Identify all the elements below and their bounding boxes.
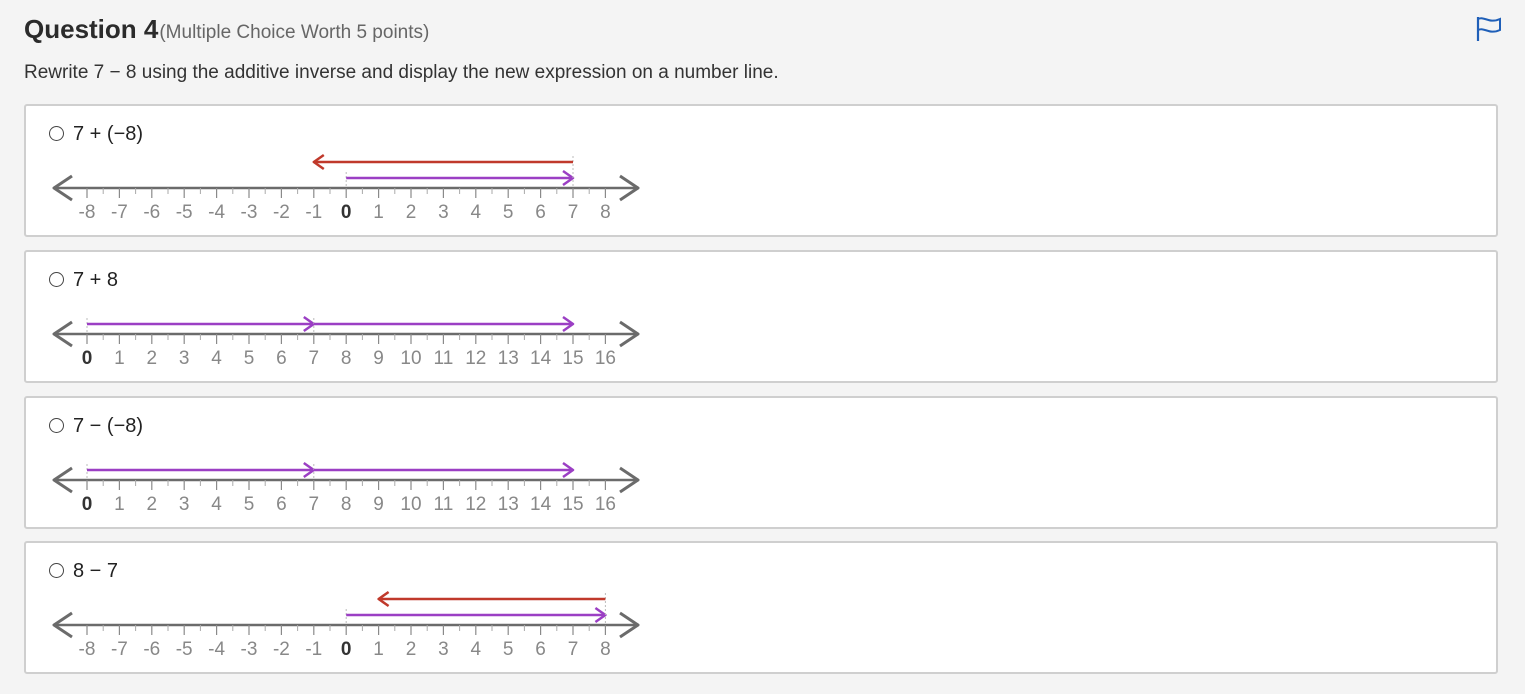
choice-radio[interactable] — [49, 563, 64, 578]
question-header: Question 4(Multiple Choice Worth 5 point… — [24, 14, 429, 45]
choice-label: 8 − 7 — [73, 560, 119, 582]
tick-label: 15 — [562, 348, 583, 369]
tick-label: 10 — [400, 348, 421, 369]
question-points: (Multiple Choice Worth 5 points) — [159, 22, 430, 43]
tick-label: -2 — [273, 202, 290, 223]
tick-label: 8 — [600, 202, 611, 223]
tick-label: 4 — [211, 348, 222, 369]
choice-a[interactable]: 7 + (−8) -8 -7 -6 -5 -4 -3 -2 -1 0 1 2 3 4 5 6 7 8 — [24, 104, 1498, 237]
number-line: -8 -7 -6 -5 -4 -3 -2 -1 0 1 2 3 4 5 6 7 8 — [52, 590, 640, 660]
choice-label: 7 + (−8) — [73, 123, 144, 145]
tick-label: -3 — [241, 639, 258, 660]
tick-label: -3 — [241, 202, 258, 223]
tick-label: 2 — [147, 348, 158, 369]
tick-label: 8 — [600, 639, 611, 660]
number-line: -8 -7 -6 -5 -4 -3 -2 -1 0 1 2 3 4 5 6 7 8 — [52, 153, 640, 223]
choice-radio[interactable] — [49, 272, 64, 287]
tick-label: 9 — [373, 348, 384, 369]
flag-icon[interactable] — [1474, 15, 1504, 43]
tick-label: 4 — [471, 202, 482, 223]
tick-label: 8 — [341, 494, 352, 515]
tick-label: -1 — [305, 202, 322, 223]
tick-label: 6 — [535, 639, 546, 660]
tick-label: 7 — [568, 202, 579, 223]
tick-label: 1 — [114, 348, 125, 369]
tick-label: 7 — [309, 494, 320, 515]
tick-label: -5 — [176, 202, 193, 223]
tick-label: -2 — [273, 639, 290, 660]
tick-label: 4 — [471, 639, 482, 660]
tick-label: 2 — [406, 639, 417, 660]
tick-label: 1 — [373, 202, 384, 223]
tick-label: -4 — [208, 202, 225, 223]
tick-label: 0 — [82, 348, 93, 369]
tick-label: 2 — [147, 494, 158, 515]
tick-label: 16 — [595, 348, 616, 369]
tick-label: -8 — [79, 202, 96, 223]
tick-label: 6 — [276, 494, 287, 515]
tick-label: 12 — [465, 348, 486, 369]
tick-label: 14 — [530, 494, 552, 515]
tick-label: 5 — [244, 494, 255, 515]
number-line: 0 1 2 3 4 5 6 7 8 9 10 11 12 13 14 15 16 — [52, 315, 640, 369]
tick-label: 3 — [179, 348, 190, 369]
tick-label: -8 — [79, 639, 96, 660]
tick-label: 5 — [244, 348, 255, 369]
tick-label: 15 — [562, 494, 583, 515]
tick-label: 3 — [179, 494, 190, 515]
tick-label: 1 — [114, 494, 125, 515]
choice-c[interactable]: 7 − (−8) 0 1 2 3 4 5 6 7 8 9 10 11 12 13 14 15 16 — [24, 396, 1498, 529]
tick-label: 11 — [434, 348, 454, 369]
choice-label: 7 − (−8) — [73, 415, 144, 437]
number-line: 0 1 2 3 4 5 6 7 8 9 10 11 12 13 14 15 16 — [52, 461, 640, 515]
tick-label: 0 — [341, 202, 352, 223]
tick-label: -1 — [305, 639, 322, 660]
tick-label: 6 — [535, 202, 546, 223]
tick-label: 8 — [341, 348, 352, 369]
question-title: Question 4 — [24, 14, 159, 44]
tick-label: 3 — [438, 202, 449, 223]
tick-label: 7 — [568, 639, 579, 660]
tick-label: 9 — [373, 494, 384, 515]
tick-label: 10 — [400, 494, 421, 515]
choice-radio[interactable] — [49, 126, 64, 141]
tick-label: 0 — [341, 639, 352, 660]
tick-label: -7 — [111, 639, 128, 660]
tick-label: 14 — [530, 348, 552, 369]
tick-label: 6 — [276, 348, 287, 369]
tick-label: 16 — [595, 494, 616, 515]
tick-label: -6 — [143, 202, 160, 223]
tick-label: 4 — [211, 494, 222, 515]
choice-label: 7 + 8 — [73, 269, 119, 291]
tick-label: 12 — [465, 494, 486, 515]
question-prompt: Rewrite 7 − 8 using the additive inverse… — [24, 62, 779, 83]
tick-label: 7 — [309, 348, 320, 369]
tick-label: 5 — [503, 639, 514, 660]
tick-label: 2 — [406, 202, 417, 223]
choice-b[interactable]: 7 + 8 0 1 2 3 4 5 6 7 8 9 10 11 12 13 14 15 16 — [24, 250, 1498, 383]
choice-radio[interactable] — [49, 418, 64, 433]
tick-label: 0 — [82, 494, 93, 515]
tick-label: -5 — [176, 639, 193, 660]
choice-d[interactable]: 8 − 7 -8 -7 -6 -5 -4 -3 -2 -1 0 1 2 3 4 5 6 7 8 — [24, 541, 1498, 674]
tick-label: 13 — [498, 348, 519, 369]
tick-label: 13 — [498, 494, 519, 515]
tick-label: -6 — [143, 639, 160, 660]
tick-label: 3 — [438, 639, 449, 660]
tick-label: 5 — [503, 202, 514, 223]
tick-label: -7 — [111, 202, 128, 223]
tick-label: -4 — [208, 639, 225, 660]
tick-label: 1 — [373, 639, 384, 660]
tick-label: 11 — [434, 494, 454, 515]
